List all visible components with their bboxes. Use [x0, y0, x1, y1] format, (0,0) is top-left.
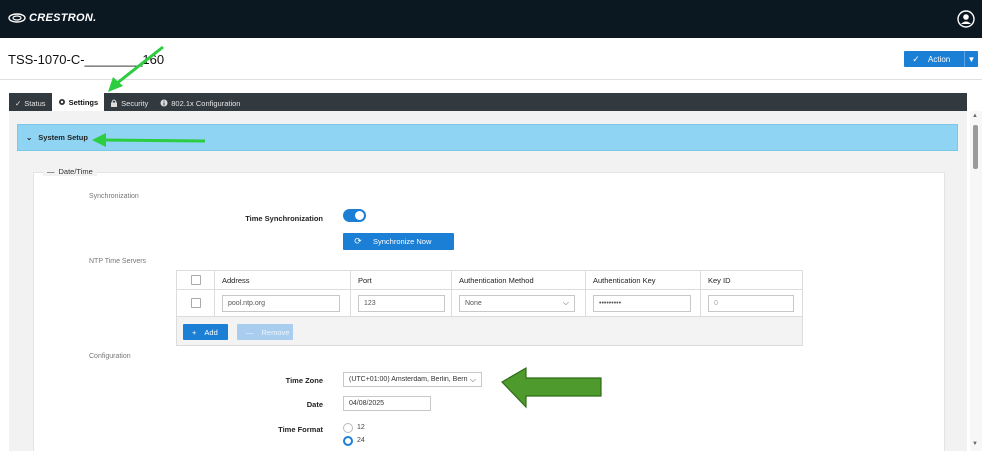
device-bar: TSS-1070-C-________160 ✓ Action ▼	[0, 38, 982, 80]
time-format-12-radio[interactable]	[343, 423, 353, 433]
minus-icon: —	[246, 327, 254, 337]
address-input[interactable]: pool.ntp.org	[222, 294, 340, 312]
scroll-down-icon[interactable]: ▼	[972, 441, 978, 447]
refresh-icon: ⟳	[354, 236, 362, 246]
tab-label: Settings	[68, 97, 99, 107]
add-button[interactable]: + Add	[183, 324, 228, 340]
check-icon: ✓	[912, 53, 920, 64]
crestron-logo: CRESTRON.	[8, 12, 96, 24]
toggle-knob	[355, 211, 364, 220]
info-circle-icon	[160, 99, 168, 107]
scroll-up-icon[interactable]: ▲	[972, 113, 978, 119]
time-format-24-radio[interactable]	[343, 436, 353, 446]
auth-key-input[interactable]: •••••••••	[593, 294, 691, 312]
table-row: pool.ntp.org 123 None ⌵ ••••••••• 0	[176, 290, 803, 317]
time-format-24-label: 24	[357, 437, 365, 444]
row-checkbox[interactable]	[190, 298, 201, 308]
auth-method-cell: None ⌵	[452, 290, 586, 316]
key-id-input[interactable]: 0	[708, 294, 794, 312]
synchronize-now-button[interactable]: ⟳ Synchronize Now	[343, 233, 454, 250]
chevron-down-icon[interactable]: ▼	[964, 51, 978, 67]
tab-8021x-configuration[interactable]: 802.1x Configuration	[154, 95, 246, 111]
collapse-icon: —	[47, 167, 55, 176]
time-sync-label: Time Synchronization	[245, 214, 323, 223]
system-setup-title: System Setup	[38, 133, 88, 142]
sync-now-label: Synchronize Now	[373, 237, 432, 246]
plus-icon: +	[192, 327, 197, 337]
system-setup-header[interactable]: ⌄ System Setup	[17, 124, 958, 151]
column-header: Address	[215, 271, 351, 289]
gear-icon	[58, 98, 66, 106]
column-header: Authentication Method	[452, 271, 586, 289]
configuration-section-label: Configuration	[89, 353, 131, 360]
add-label: Add	[204, 327, 218, 337]
time-format-label: Time Format	[278, 425, 323, 434]
date-label: Date	[306, 400, 323, 409]
tab-security[interactable]: Security	[104, 95, 154, 111]
top-bar: CRESTRON.	[0, 0, 982, 38]
ntp-table-header: Address Port Authentication Method Authe…	[176, 270, 803, 290]
auth-method-value: None	[465, 299, 482, 307]
action-button[interactable]: ✓ Action ▼	[904, 51, 978, 67]
column-header: Key ID	[708, 275, 731, 285]
select-all-cell[interactable]	[177, 271, 215, 289]
vertical-scrollbar[interactable]: ▲ ▼	[970, 111, 982, 451]
date-time-legend[interactable]: — Date/Time	[43, 167, 97, 176]
time-zone-label: Time Zone	[285, 376, 323, 385]
remove-label: Remove	[261, 327, 290, 337]
tab-label: Security	[121, 98, 149, 108]
scroll-thumb[interactable]	[973, 125, 978, 169]
date-time-title: Date/Time	[58, 167, 93, 176]
auth-method-select[interactable]: None ⌵	[459, 294, 575, 312]
tab-bar: ✓ Status Settings Security 802.1x Config…	[9, 93, 967, 111]
device-name: TSS-1070-C-________160	[8, 52, 165, 67]
brand-name: CRESTRON.	[29, 12, 97, 24]
column-header: Port	[351, 271, 452, 289]
user-circle-icon[interactable]	[957, 10, 975, 28]
date-input[interactable]: 04/08/2025	[343, 396, 431, 411]
address-cell: pool.ntp.org	[215, 290, 351, 316]
time-zone-value: (UTC+01:00) Amsterdam, Berlin, Bern	[349, 376, 468, 383]
select-all-checkbox[interactable]	[190, 275, 201, 285]
time-format-12-label: 12	[357, 424, 365, 431]
time-zone-select[interactable]: (UTC+01:00) Amsterdam, Berlin, Bern ⌵	[343, 372, 482, 387]
chevron-down-icon: ⌄	[26, 133, 33, 142]
port-cell: 123	[351, 290, 452, 316]
action-label: Action	[928, 54, 951, 64]
tab-label: 802.1x Configuration	[171, 98, 241, 108]
ntp-section-label: NTP Time Servers	[89, 258, 147, 265]
chevron-down-icon: ⌵	[562, 297, 569, 307]
tab-status[interactable]: ✓ Status	[9, 95, 52, 111]
crestron-swoosh-icon	[8, 13, 26, 23]
lock-icon	[110, 99, 118, 107]
tab-label: Status	[24, 98, 46, 108]
column-header: Authentication Key	[586, 271, 701, 289]
tab-settings[interactable]: Settings	[51, 93, 105, 111]
chevron-down-icon: ⌵	[469, 375, 476, 384]
key-id-cell: 0	[701, 290, 802, 316]
check-icon: ✓	[15, 98, 22, 108]
port-input[interactable]: 123	[358, 294, 445, 312]
auth-key-cell: •••••••••	[586, 290, 701, 316]
synchronization-section-label: Synchronization	[89, 193, 139, 200]
remove-button[interactable]: — Remove	[237, 324, 293, 340]
row-select-cell[interactable]	[177, 290, 215, 316]
time-sync-toggle[interactable]	[343, 209, 366, 222]
